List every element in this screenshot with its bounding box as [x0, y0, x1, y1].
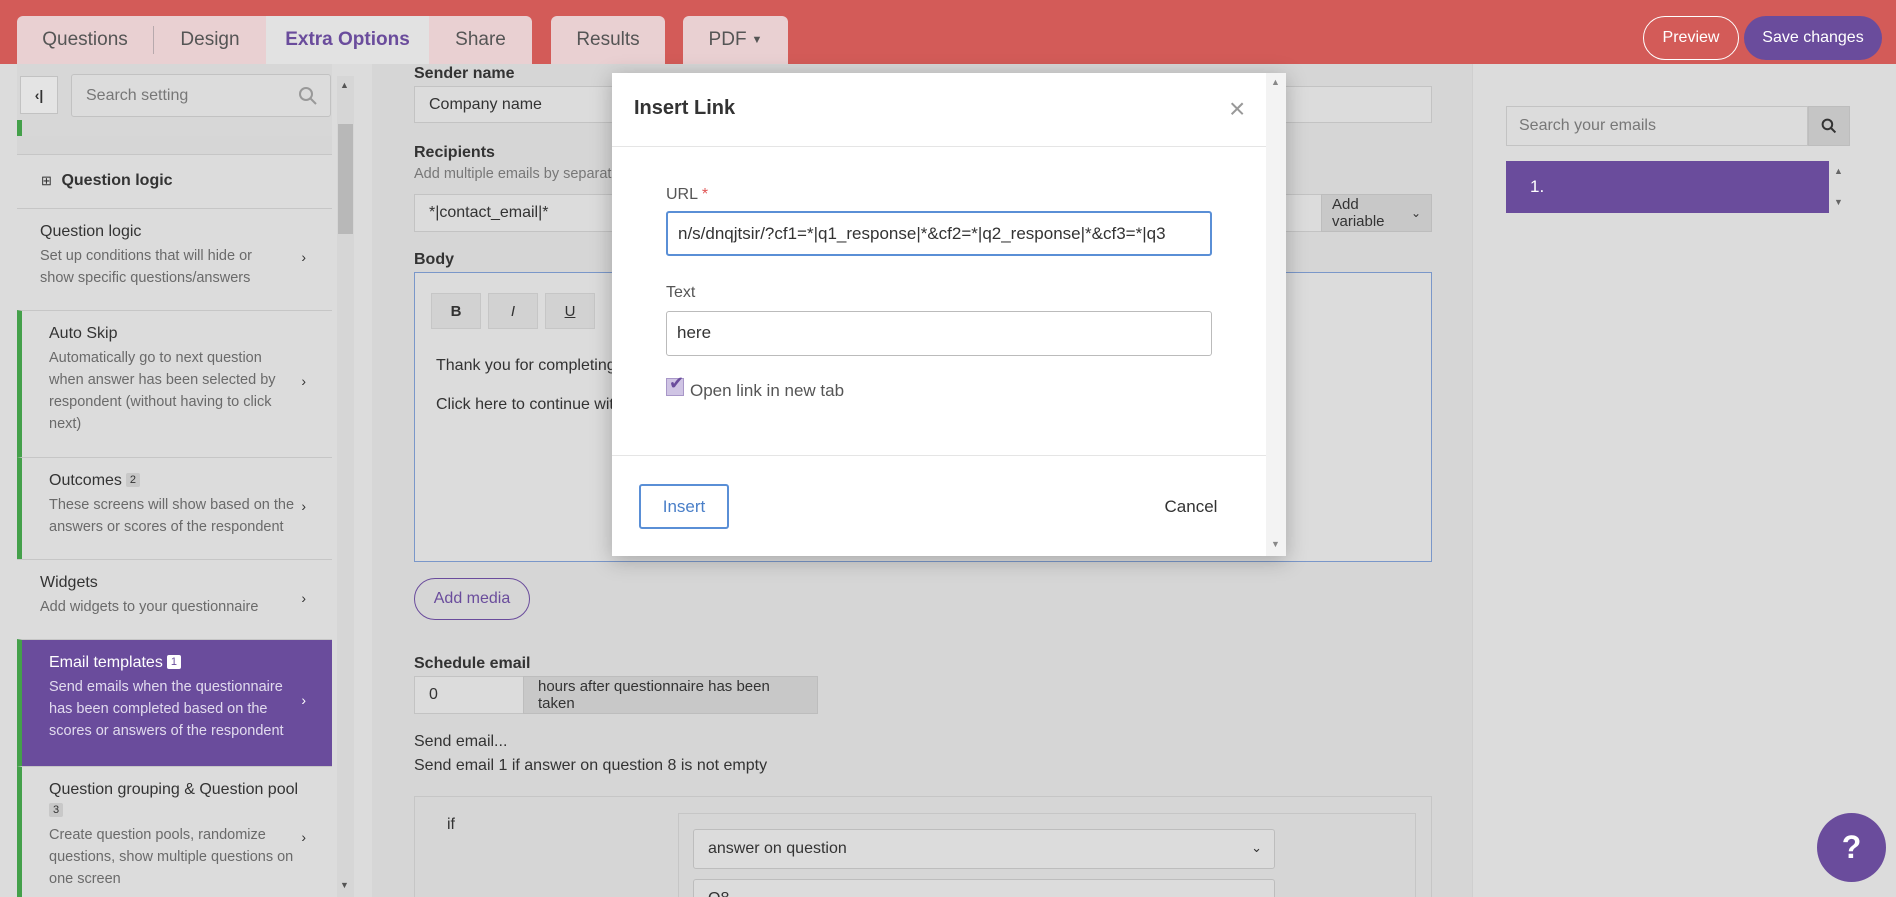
- insert-button[interactable]: Insert: [639, 484, 729, 529]
- checkmark-icon: ✔: [669, 373, 685, 393]
- dialog-scrollbar[interactable]: ▲ ▼: [1266, 73, 1286, 556]
- insert-link-dialog: Insert Link × URL * n/s/dnqjtsir/?cf1=*|…: [612, 73, 1286, 556]
- url-label: URL *: [666, 186, 708, 204]
- text-label: Text: [666, 284, 696, 301]
- scroll-up-icon[interactable]: ▲: [1271, 77, 1280, 87]
- dialog-header: Insert Link ×: [612, 73, 1266, 147]
- required-mark: *: [701, 186, 709, 203]
- url-label-text: URL: [666, 186, 698, 203]
- scroll-down-icon[interactable]: ▼: [1271, 539, 1280, 549]
- dialog-divider: [612, 455, 1266, 456]
- url-input[interactable]: n/s/dnqjtsir/?cf1=*|q1_response|*&cf2=*|…: [666, 211, 1212, 256]
- close-icon[interactable]: ×: [1229, 93, 1245, 125]
- open-new-tab-checkbox[interactable]: ✔: [666, 373, 684, 396]
- dialog-title: Insert Link: [634, 97, 736, 119]
- cancel-button[interactable]: Cancel: [1150, 484, 1232, 529]
- help-button[interactable]: ?: [1817, 813, 1886, 882]
- text-input[interactable]: here: [666, 311, 1212, 356]
- open-new-tab-label: Open link in new tab: [690, 381, 845, 400]
